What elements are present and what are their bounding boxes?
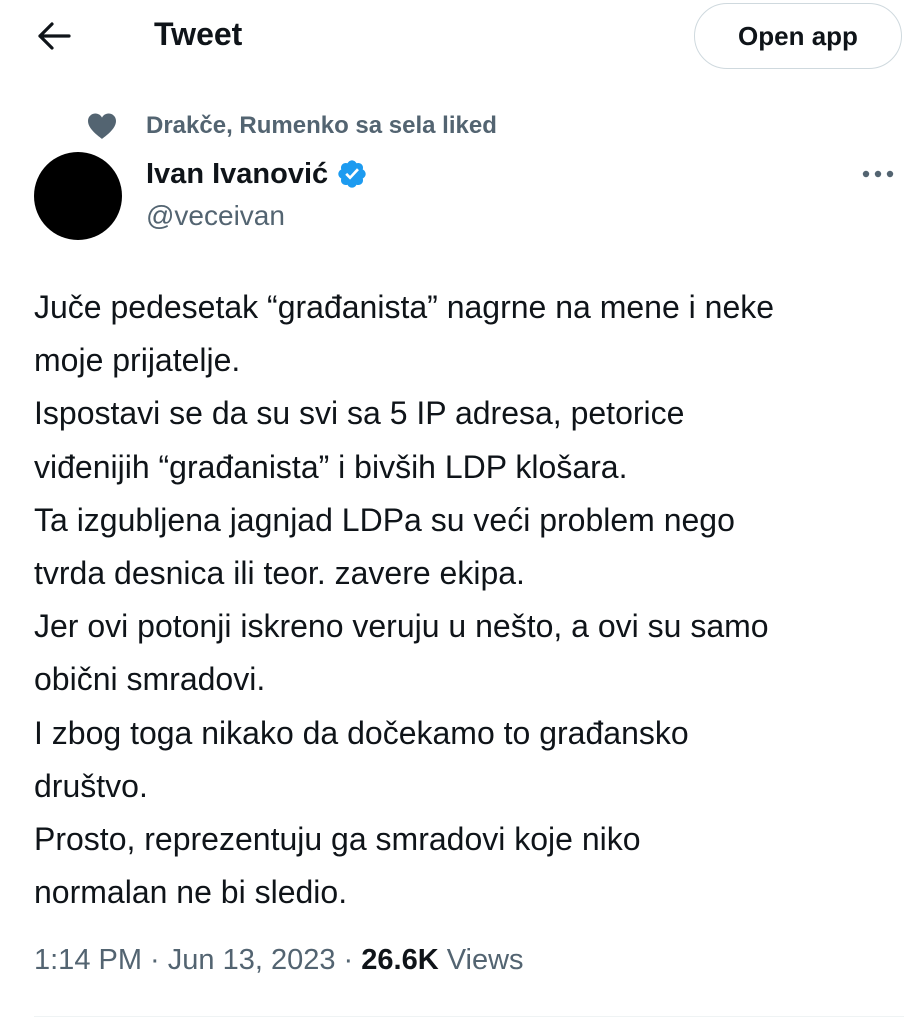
tweet-line: Jer ovi potonji iskreno veruju u nešto, … (34, 608, 769, 645)
tweet-line: Prosto, reprezentuju ga smradovi koje ni… (34, 821, 641, 858)
tweet-line: tvrda desnica ili teor. zavere ekipa. (34, 555, 525, 592)
tweet-line: moje prijatelje. (34, 342, 241, 379)
author-handle[interactable]: @veceivan (146, 200, 368, 232)
tweet-line: Juče pedesetak “građanista” nagrne na me… (34, 289, 775, 325)
views-label: Views (446, 944, 524, 976)
meta-separator: · (142, 944, 168, 976)
tweet-line: viđenijih “građanista” i bivših LDP kloš… (34, 448, 628, 485)
tweet-line: I zbog toga nikako da dočekamo to građan… (34, 714, 689, 751)
tweet-line: obični smradovi. (34, 661, 266, 698)
liked-by-text: Drakče, Rumenko sa sela liked (146, 112, 497, 139)
more-options-button[interactable] (858, 158, 898, 190)
tweet-line: društvo. (34, 767, 148, 804)
author-display-name[interactable]: Ivan Ivanović (146, 158, 328, 191)
tweet-line: normalan ne bi sledio. (34, 874, 348, 911)
divider (34, 1016, 904, 1017)
open-app-button[interactable]: Open app (694, 3, 902, 69)
verified-badge-icon (336, 158, 368, 190)
arrow-left-icon (38, 22, 71, 50)
top-bar: Tweet Open app (0, 0, 921, 70)
more-horizontal-icon (862, 170, 894, 178)
meta-separator: · (335, 944, 362, 976)
tweet-line: Ispostavi se da su svi sa 5 IP adresa, p… (34, 395, 685, 432)
author-info: Ivan Ivanović @veceivan (146, 154, 368, 232)
views-count: 26.6K (361, 944, 439, 976)
tweet-text: Juče pedesetak “građanista” nagrne na me… (34, 281, 904, 919)
social-context: Drakče, Rumenko sa sela liked (86, 110, 497, 142)
tweet-line: Ta izgubljena jagnjad LDPa su veći probl… (34, 501, 735, 538)
page-title: Tweet (154, 16, 243, 52)
avatar[interactable] (34, 152, 122, 240)
back-button[interactable] (30, 14, 78, 58)
tweet-meta: 1:14 PM · Jun 13, 2023 · 26.6K Views (34, 944, 524, 977)
tweet-date[interactable]: Jun 13, 2023 (168, 944, 336, 976)
heart-icon (86, 110, 122, 142)
tweet-time[interactable]: 1:14 PM (34, 944, 142, 976)
